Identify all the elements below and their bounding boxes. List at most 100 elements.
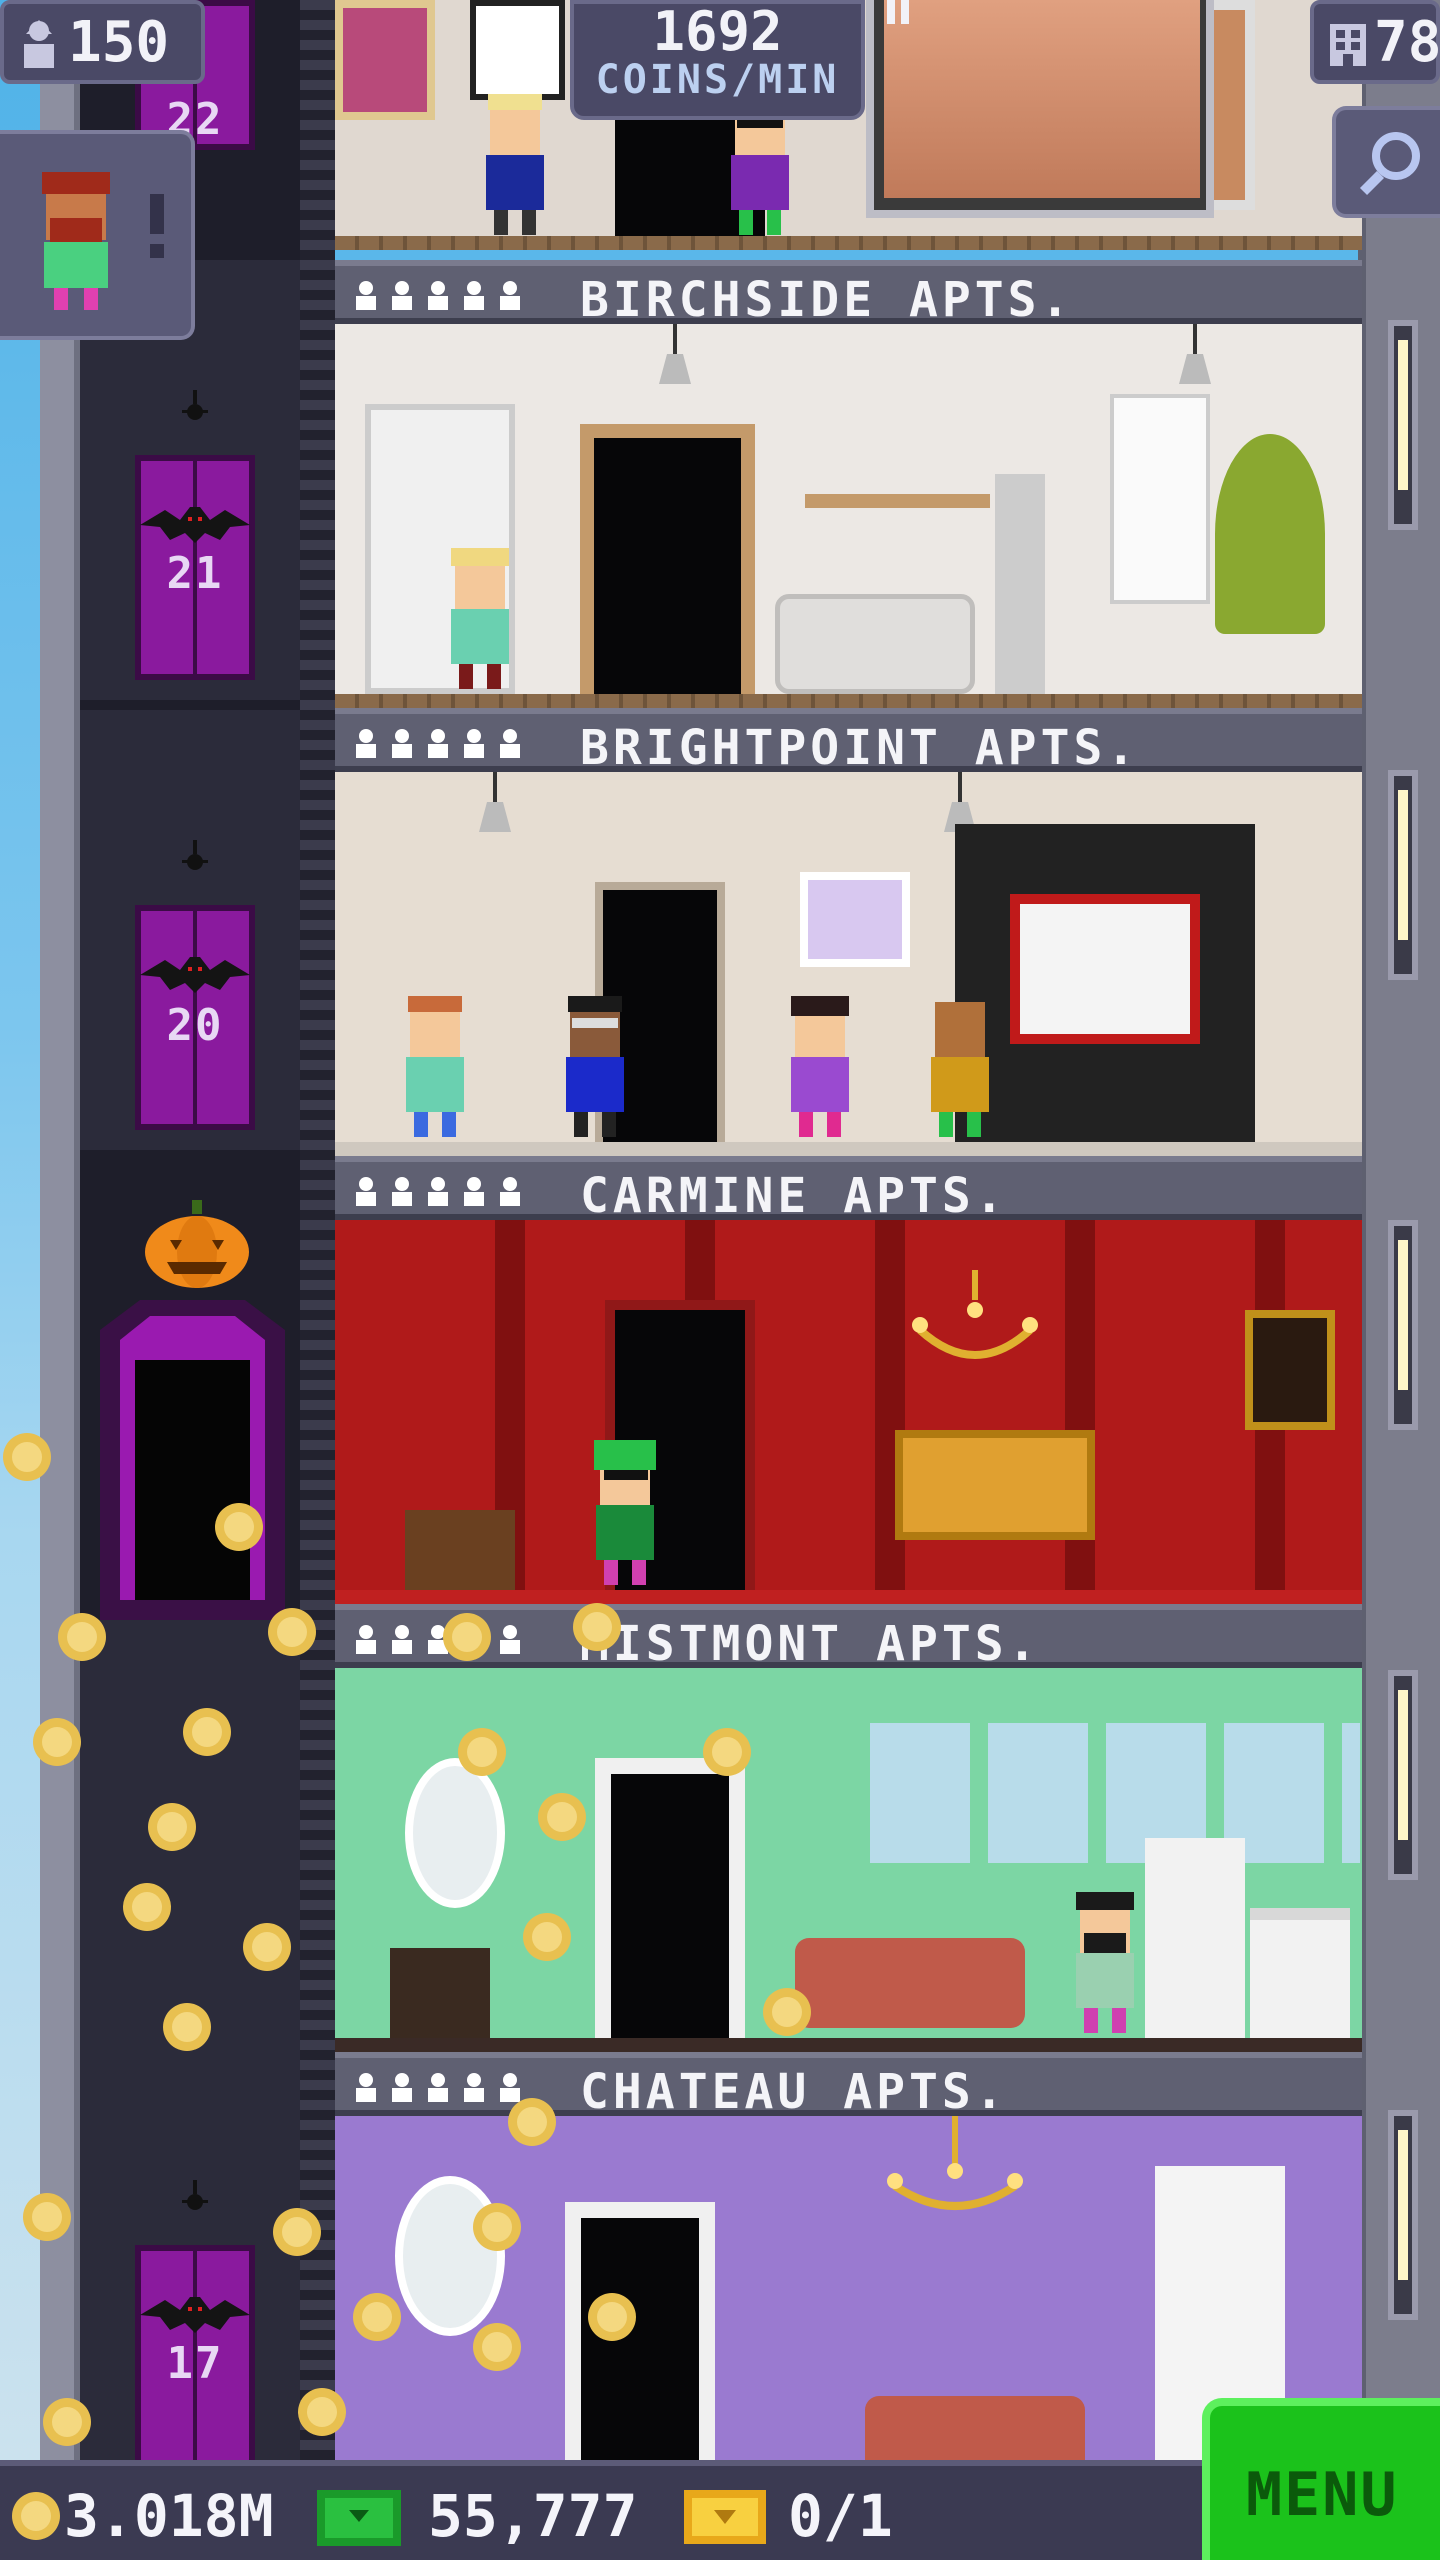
coin-particle: [215, 1503, 263, 1551]
coins-balance: 3.018M: [64, 2482, 274, 2550]
coin-particle: [523, 1913, 571, 1961]
plant: [1215, 434, 1325, 634]
floor-label-bar: BRIGHTPOINT APTS.: [335, 708, 1362, 776]
pause-icon[interactable]: [884, 0, 912, 26]
elevator-rail: [300, 0, 335, 2460]
sofa: [775, 594, 975, 694]
coins-per-min-label: COINS/MIN: [595, 57, 840, 103]
pumpkin-icon: [145, 1200, 249, 1288]
floor-mistmont[interactable]: MISTMONT APTS.: [335, 1604, 1362, 2052]
sofa: [795, 1938, 1025, 2028]
bitizens-count: 150: [68, 10, 170, 75]
person-icon: [392, 729, 412, 758]
floor-brightpoint[interactable]: BRIGHTPOINT APTS.: [335, 708, 1362, 1156]
resident: [931, 1002, 989, 1137]
person-icon: [500, 1177, 520, 1206]
person-icon: [356, 281, 376, 310]
floor-carmine[interactable]: CARMINE APTS.: [335, 1156, 1362, 1604]
bux-icon: [317, 2490, 401, 2546]
person-icon: [428, 281, 448, 310]
bitizens-counter[interactable]: 150: [0, 0, 205, 84]
person-icon: [392, 281, 412, 310]
person-icon: [500, 729, 520, 758]
floor-lamp: [995, 474, 1045, 694]
room-interior: [335, 324, 1362, 708]
person-icon: [356, 1625, 376, 1654]
floor-counter[interactable]: 78: [1310, 0, 1440, 84]
bat-icon: [140, 507, 250, 543]
floor-label-bar: CARMINE APTS.: [335, 1156, 1362, 1224]
coin-particle: [443, 1613, 491, 1661]
stove: [1250, 1908, 1350, 2038]
live-feed-panel[interactable]: [866, 0, 1214, 218]
wall-mirror: [405, 1758, 505, 1908]
refrigerator: [1145, 1838, 1245, 2038]
window-row: [870, 1723, 1360, 1863]
coin-particle: [23, 2193, 71, 2241]
sofa: [865, 2396, 1085, 2462]
floor-name: MISTMONT APTS.: [580, 1616, 1041, 1672]
floor-boards: [335, 1142, 1362, 1156]
person-icon: [428, 2073, 448, 2102]
floor-birchside[interactable]: BIRCHSIDE APTS.: [335, 260, 1362, 708]
nightstand: [405, 1510, 515, 1590]
person-icon: [464, 281, 484, 310]
coin-particle: [538, 1793, 586, 1841]
floor-name: BIRCHSIDE APTS.: [580, 272, 1074, 328]
window-blinds: [1110, 394, 1210, 604]
coin-particle: [458, 1728, 506, 1776]
coin-particle: [473, 2323, 521, 2371]
room-door: [595, 1758, 745, 2038]
coin-particle: [473, 2203, 521, 2251]
bitizen-icon: [24, 20, 54, 68]
search-button[interactable]: [1332, 106, 1440, 218]
floor-chateau[interactable]: CHATEAU APTS.: [335, 2052, 1362, 2462]
picture-frame: [470, 0, 565, 100]
coin-particle: [33, 1718, 81, 1766]
resident: [1076, 1892, 1134, 2033]
exclamation-dot-icon: [150, 244, 164, 258]
resident: [406, 996, 464, 1137]
person-icon: [500, 1625, 520, 1654]
coin-particle: [43, 2398, 91, 2446]
wall-painting: [1245, 1310, 1335, 1430]
elevator-floor-number: 21: [166, 548, 224, 599]
person-icon: [356, 729, 376, 758]
coin-particle: [703, 1728, 751, 1776]
coin-particle: [268, 1608, 316, 1656]
coin-particle: [273, 2208, 321, 2256]
coin-particle: [353, 2293, 401, 2341]
ceiling-lamp: [1179, 324, 1211, 384]
floor-boards: [335, 236, 1362, 250]
coins-per-min-value: 1692: [652, 0, 783, 63]
menu-button[interactable]: MENU: [1202, 2398, 1440, 2560]
bed: [895, 1430, 1095, 1540]
room-interior: [335, 1220, 1362, 1604]
elevator-car[interactable]: [80, 1300, 305, 1620]
chandelier: [887, 2116, 1023, 2210]
wall-painting: [800, 872, 910, 967]
game-viewport[interactable]: 22 21 20 17 BIRCHSIDE APTS. BRIGHTPOINT …: [0, 0, 1440, 2560]
tower-window: [1388, 2110, 1418, 2320]
person-icon: [464, 729, 484, 758]
floor-boards: [335, 1590, 1362, 1604]
tower-right-wall: [1358, 0, 1440, 2460]
floor-name: CHATEAU APTS.: [580, 2064, 1008, 2120]
menu-button-label: MENU: [1246, 2460, 1399, 2530]
resident: [451, 548, 509, 689]
person-icon: [464, 2073, 484, 2102]
person-icon: [392, 1177, 412, 1206]
coin-particle: [163, 2003, 211, 2051]
spider-icon: [182, 2180, 208, 2210]
coin-particle: [123, 1883, 171, 1931]
bux-balance: 55,777: [428, 2482, 638, 2550]
vip-visitor-button[interactable]: [0, 130, 195, 340]
resident: [791, 996, 849, 1137]
golden-tickets-count: 0/1: [788, 2482, 893, 2550]
resident-slots: [353, 728, 523, 758]
coin-particle: [298, 2388, 346, 2436]
coins-per-min-display: 1692 COINS/MIN: [570, 0, 865, 120]
tower-window: [1388, 770, 1418, 980]
person-icon: [392, 2073, 412, 2102]
room-door: [580, 424, 755, 694]
